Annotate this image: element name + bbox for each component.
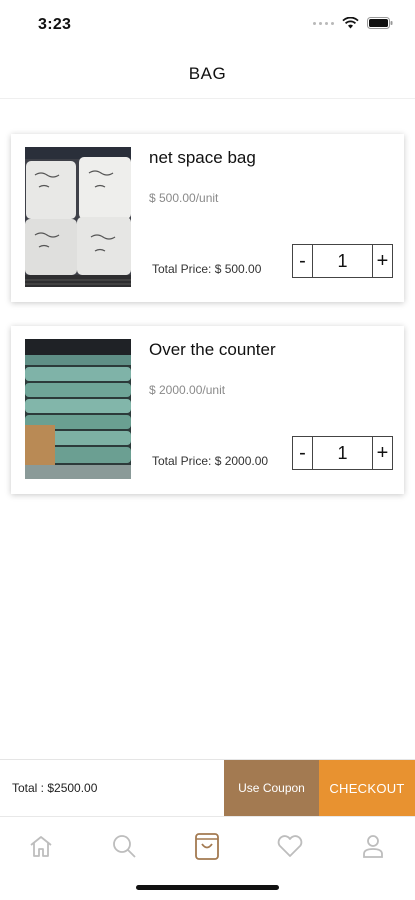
quantity-stepper: - 1 + [292, 436, 393, 470]
quantity-value[interactable]: 1 [312, 437, 373, 469]
quantity-value[interactable]: 1 [312, 245, 373, 277]
signal-icon [313, 21, 334, 25]
search-icon [113, 835, 136, 858]
item-name[interactable]: net space bag [149, 148, 256, 168]
battery-icon [367, 17, 393, 29]
wifi-icon [342, 17, 359, 29]
product-image[interactable] [25, 339, 131, 479]
use-coupon-button[interactable]: Use Coupon [224, 760, 319, 816]
total-price: Total Price: $ 2000.00 [152, 454, 269, 468]
status-bar: 3:23 [0, 0, 415, 50]
profile-icon [363, 835, 383, 858]
quantity-stepper: - 1 + [292, 244, 393, 278]
home-icon [30, 836, 52, 857]
tab-bar [0, 816, 415, 877]
nav-header: BAG [0, 50, 415, 99]
tab-search[interactable] [107, 829, 141, 863]
tab-home[interactable] [24, 829, 58, 863]
product-image[interactable] [25, 147, 131, 287]
checkout-button[interactable]: CHECKOUT [319, 760, 415, 816]
item-name[interactable]: Over the counter [149, 340, 276, 360]
home-indicator [136, 885, 279, 890]
status-time: 3:23 [38, 16, 72, 33]
cart-item: net space bag $ 500.00/unit Total Price:… [11, 134, 404, 302]
status-icons [313, 17, 393, 29]
heart-icon [277, 835, 303, 857]
page-title: BAG [188, 64, 227, 83]
tab-wishlist[interactable] [273, 829, 307, 863]
unit-price: $ 500.00/unit [149, 191, 219, 205]
unit-price: $ 2000.00/unit [149, 383, 226, 397]
tab-bag[interactable] [190, 829, 224, 863]
decrement-button[interactable]: - [293, 437, 312, 469]
total-price: Total Price: $ 500.00 [152, 262, 262, 276]
order-total: Total : $2500.00 [12, 781, 98, 795]
cart-item: Over the counter $ 2000.00/unit Total Pr… [11, 326, 404, 494]
order-summary-bar: Total : $2500.00 Use Coupon CHECKOUT [0, 759, 415, 816]
increment-button[interactable]: + [373, 245, 392, 277]
tab-profile[interactable] [356, 829, 390, 863]
decrement-button[interactable]: - [293, 245, 312, 277]
bag-icon [195, 833, 219, 860]
increment-button[interactable]: + [373, 437, 392, 469]
